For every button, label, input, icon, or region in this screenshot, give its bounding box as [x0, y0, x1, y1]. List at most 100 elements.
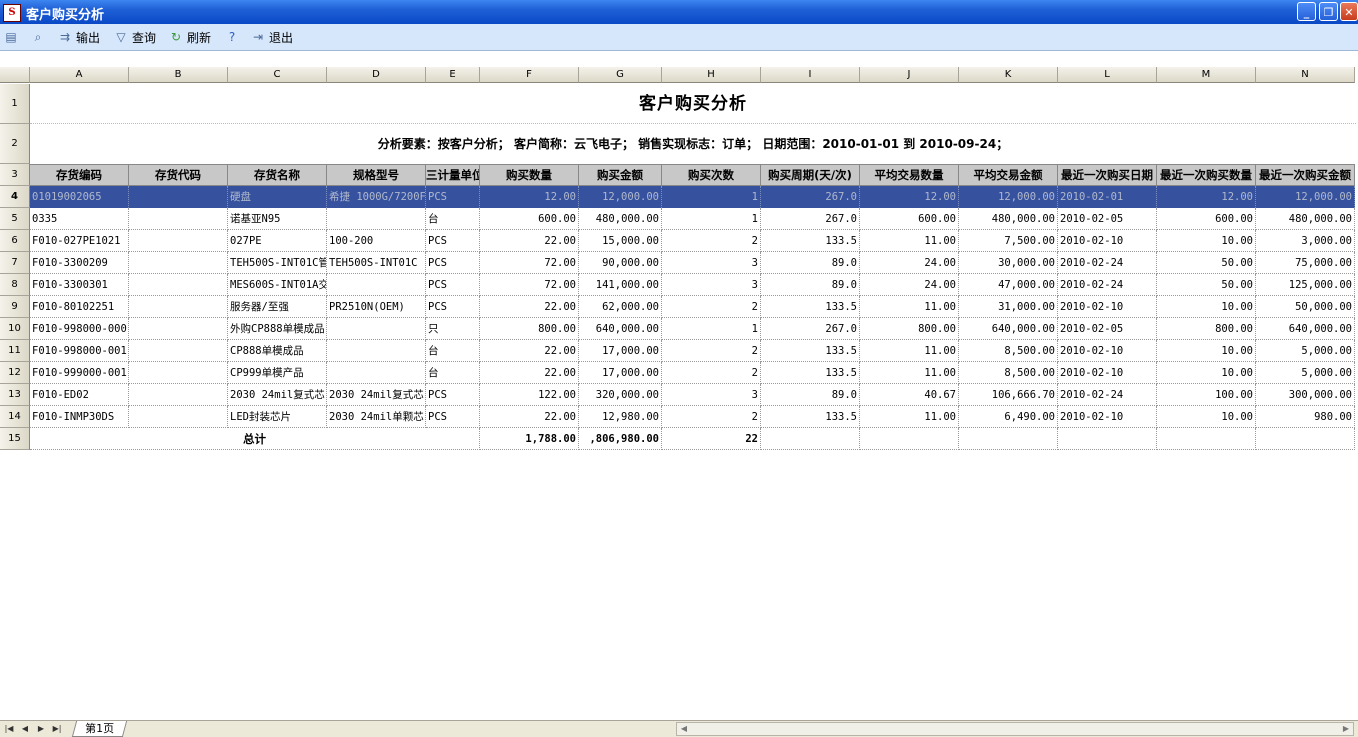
close-button[interactable]: ✕	[1340, 2, 1358, 21]
table-cell[interactable]: 89.0	[761, 274, 860, 296]
table-cell[interactable]: PCS	[426, 296, 480, 318]
table-cell[interactable]: 服务器/至强	[228, 296, 327, 318]
table-cell[interactable]: 027PE	[228, 230, 327, 252]
help-button[interactable]: ?	[224, 28, 240, 46]
table-cell[interactable]: 8,500.00	[959, 340, 1058, 362]
table-cell[interactable]: 141,000.00	[579, 274, 662, 296]
table-cell[interactable]: 12.00	[480, 186, 579, 208]
table-cell[interactable]: 2010-02-24	[1058, 384, 1157, 406]
table-cell[interactable]	[129, 274, 228, 296]
table-cell[interactable]	[327, 318, 426, 340]
table-cell[interactable]: 希捷 1000G/7200F	[327, 186, 426, 208]
table-cell[interactable]: 267.0	[761, 186, 860, 208]
table-cell[interactable]: 600.00	[860, 208, 959, 230]
table-cell[interactable]: 800.00	[480, 318, 579, 340]
row-header-7[interactable]: 7	[0, 252, 30, 274]
table-cell[interactable]: 50.00	[1157, 252, 1256, 274]
table-cell[interactable]: TEH500S-INT01C管	[228, 252, 327, 274]
table-cell[interactable]: 2010-02-10	[1058, 296, 1157, 318]
table-cell[interactable]: 11.00	[860, 296, 959, 318]
table-cell[interactable]: 2010-02-01	[1058, 186, 1157, 208]
column-header-a[interactable]: A	[30, 67, 129, 83]
table-cell[interactable]: 10.00	[1157, 340, 1256, 362]
table-cell[interactable]: 10.00	[1157, 230, 1256, 252]
row-header-2[interactable]: 2	[0, 124, 30, 164]
table-cell[interactable]: 22.00	[480, 362, 579, 384]
table-cell[interactable]: F010-ED02	[30, 384, 129, 406]
table-cell[interactable]: 133.5	[761, 230, 860, 252]
prev-sheet-button[interactable]: ◀	[18, 723, 32, 735]
table-cell[interactable]: 22.00	[480, 406, 579, 428]
column-header-m[interactable]: M	[1157, 67, 1256, 83]
report-grid[interactable]: 客户购买分析 分析要素：按客户分析； 客户简称：云飞电子； 销售实现标志：订单；…	[0, 67, 1358, 720]
table-cell[interactable]: 100-200	[327, 230, 426, 252]
query-button[interactable]: ▽ 查询	[113, 28, 156, 46]
row-header-9[interactable]: 9	[0, 296, 30, 318]
table-cell[interactable]: 72.00	[480, 274, 579, 296]
row-header-6[interactable]: 6	[0, 230, 30, 252]
minimize-button[interactable]: _	[1297, 2, 1316, 21]
table-cell[interactable]: 11.00	[860, 230, 959, 252]
table-cell[interactable]	[129, 296, 228, 318]
print-preview-button[interactable]: ⌕	[30, 28, 46, 46]
table-cell[interactable]: MES600S-INT01A交	[228, 274, 327, 296]
table-cell[interactable]: 300,000.00	[1256, 384, 1355, 406]
table-cell[interactable]: 3,000.00	[1256, 230, 1355, 252]
next-sheet-button[interactable]: ▶	[34, 723, 48, 735]
scroll-right-icon[interactable]: ▶	[1339, 723, 1353, 735]
table-cell[interactable]: 8,500.00	[959, 362, 1058, 384]
table-cell[interactable]	[129, 208, 228, 230]
table-cell[interactable]	[129, 230, 228, 252]
table-cell[interactable]: 11.00	[860, 406, 959, 428]
table-cell[interactable]: 15,000.00	[579, 230, 662, 252]
table-cell[interactable]: 800.00	[860, 318, 959, 340]
table-cell[interactable]	[129, 362, 228, 384]
column-header-h[interactable]: H	[662, 67, 761, 83]
export-button[interactable]: ⇉ 输出	[57, 28, 100, 46]
table-cell[interactable]: 12.00	[1157, 186, 1256, 208]
table-cell[interactable]: 640,000.00	[579, 318, 662, 340]
table-cell[interactable]: 2030 24mil单颗芯	[327, 406, 426, 428]
table-cell[interactable]: PCS	[426, 186, 480, 208]
table-cell[interactable]: 1	[662, 208, 761, 230]
table-cell[interactable]: 6,490.00	[959, 406, 1058, 428]
table-cell[interactable]	[129, 406, 228, 428]
table-cell[interactable]: LED封装芯片	[228, 406, 327, 428]
table-cell[interactable]: 11.00	[860, 340, 959, 362]
table-cell[interactable]: 硬盘	[228, 186, 327, 208]
table-cell[interactable]: 台	[426, 362, 480, 384]
table-cell[interactable]: 10.00	[1157, 296, 1256, 318]
table-cell[interactable]: 30,000.00	[959, 252, 1058, 274]
table-cell[interactable]	[129, 186, 228, 208]
table-cell[interactable]: 31,000.00	[959, 296, 1058, 318]
table-cell[interactable]: 0335	[30, 208, 129, 230]
table-cell[interactable]: 台	[426, 208, 480, 230]
print-button[interactable]: ▤	[3, 28, 19, 46]
table-cell[interactable]: 100.00	[1157, 384, 1256, 406]
table-cell[interactable]: 24.00	[860, 274, 959, 296]
table-cell[interactable]: 90,000.00	[579, 252, 662, 274]
table-cell[interactable]: 125,000.00	[1256, 274, 1355, 296]
table-cell[interactable]	[1157, 428, 1256, 450]
table-cell[interactable]: 7,500.00	[959, 230, 1058, 252]
table-cell[interactable]: 50,000.00	[1256, 296, 1355, 318]
row-header-13[interactable]: 13	[0, 384, 30, 406]
row-header-3[interactable]: 3	[0, 164, 30, 186]
table-cell[interactable]	[1256, 428, 1355, 450]
table-cell[interactable]: F010-80102251	[30, 296, 129, 318]
row-header-14[interactable]: 14	[0, 406, 30, 428]
table-cell[interactable]: 2010-02-05	[1058, 318, 1157, 340]
table-cell[interactable]: 2010-02-05	[1058, 208, 1157, 230]
table-cell[interactable]	[860, 428, 959, 450]
column-header-c[interactable]: C	[228, 67, 327, 83]
column-header-k[interactable]: K	[959, 67, 1058, 83]
column-header-e[interactable]: E	[426, 67, 480, 83]
table-cell[interactable]: 12,000.00	[959, 186, 1058, 208]
column-header-j[interactable]: J	[860, 67, 959, 83]
table-cell[interactable]: 480,000.00	[579, 208, 662, 230]
table-cell[interactable]: 800.00	[1157, 318, 1256, 340]
refresh-button[interactable]: ↻ 刷新	[168, 28, 211, 46]
table-cell[interactable]: 1	[662, 318, 761, 340]
row-header-5[interactable]: 5	[0, 208, 30, 230]
table-cell[interactable]: 133.5	[761, 296, 860, 318]
